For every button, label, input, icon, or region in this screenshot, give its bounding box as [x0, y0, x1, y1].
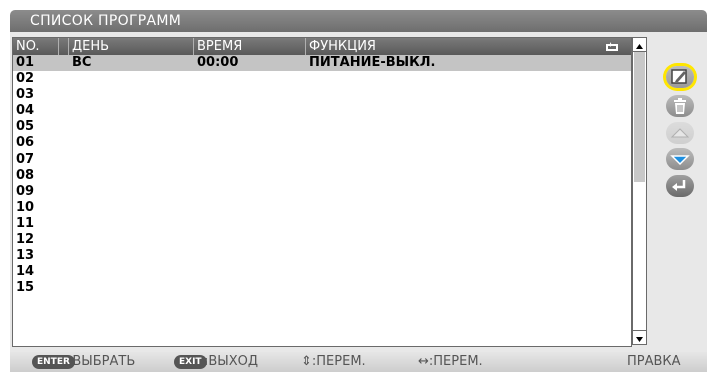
updown-hint: ⇕:ПЕРЕМ.	[301, 354, 366, 369]
program-table: NO. ДЕНЬ ВРЕМЯ ФУНКЦИЯ 01 ВС 00:00 ПИТАН…	[12, 37, 632, 347]
row-number: 07	[16, 151, 35, 167]
row-number: 10	[16, 199, 35, 215]
scroll-down-arrow-icon	[636, 337, 643, 342]
edit-hint: ПРАВКА	[627, 354, 681, 369]
table-row[interactable]: 10	[13, 200, 631, 216]
scroll-down-button[interactable]	[633, 330, 646, 344]
row-number: 02	[16, 71, 35, 87]
triangle-down-icon	[670, 155, 690, 166]
scroll-up-button[interactable]	[633, 38, 646, 52]
table-row[interactable]: 06	[13, 135, 631, 151]
row-number: 05	[16, 119, 35, 135]
row-function: ПИТАНИЕ-ВЫКЛ.	[309, 55, 436, 70]
repeat-icon	[605, 41, 619, 51]
row-number: 13	[16, 248, 35, 264]
edit-button[interactable]	[666, 66, 694, 88]
table-header: NO. ДЕНЬ ВРЕМЯ ФУНКЦИЯ	[13, 38, 631, 55]
footer-hints: ENTER :ВЫБРАТЬ EXIT :ВЫХОД ⇕:ПЕРЕМ. ↔:ПЕ…	[10, 352, 707, 372]
column-divider	[305, 38, 306, 55]
table-row[interactable]: 08	[13, 168, 631, 184]
edit-icon	[671, 69, 687, 84]
enter-hint: :ВЫБРАТЬ	[68, 354, 136, 369]
row-time: 00:00	[197, 55, 239, 70]
table-scrollbar[interactable]	[632, 37, 647, 345]
delete-button[interactable]	[666, 95, 694, 117]
leftright-hint: ↔:ПЕРЕМ.	[418, 354, 483, 369]
row-number: 04	[16, 103, 35, 119]
table-row[interactable]: 02	[13, 71, 631, 87]
row-number: 12	[16, 232, 35, 248]
table-row[interactable]: 15	[13, 280, 631, 296]
row-day: ВС	[72, 55, 92, 70]
move-up-button[interactable]	[666, 122, 694, 144]
title-bar: СПИСОК ПРОГРАММ	[10, 10, 707, 32]
triangle-up-icon	[670, 128, 690, 138]
table-row[interactable]: 01 ВС 00:00 ПИТАНИЕ-ВЫКЛ.	[13, 55, 631, 72]
move-down-button[interactable]	[666, 148, 694, 170]
exit-key-badge: EXIT	[174, 355, 207, 369]
row-number: 11	[16, 215, 35, 231]
trash-icon	[674, 98, 686, 114]
table-row[interactable]: 12	[13, 232, 631, 248]
table-body: 01 ВС 00:00 ПИТАНИЕ-ВЫКЛ. 02 03 04 05 06…	[13, 55, 631, 296]
column-header-function: ФУНКЦИЯ	[309, 39, 376, 54]
column-divider	[68, 38, 69, 55]
column-header-day: ДЕНЬ	[72, 39, 110, 54]
column-header-time: ВРЕМЯ	[197, 39, 243, 54]
table-row[interactable]: 07	[13, 152, 631, 168]
table-row[interactable]: 03	[13, 87, 631, 103]
row-number: 09	[16, 183, 35, 199]
table-row[interactable]: 13	[13, 248, 631, 264]
column-divider	[58, 38, 59, 55]
column-divider	[193, 38, 194, 55]
table-row[interactable]: 09	[13, 184, 631, 200]
row-number: 14	[16, 264, 35, 280]
row-number: 03	[16, 87, 35, 103]
window-title: СПИСОК ПРОГРАММ	[30, 13, 182, 29]
row-number: 08	[16, 167, 35, 183]
table-row[interactable]: 11	[13, 216, 631, 232]
exit-hint: :ВЫХОД	[204, 354, 259, 369]
table-row[interactable]: 04	[13, 103, 631, 119]
main-panel: NO. ДЕНЬ ВРЕМЯ ФУНКЦИЯ 01 ВС 00:00 ПИТАН…	[10, 32, 707, 352]
column-header-no: NO.	[16, 39, 40, 54]
table-row[interactable]: 14	[13, 264, 631, 280]
program-list-window: СПИСОК ПРОГРАММ NO. ДЕНЬ ВРЕМЯ ФУНКЦИЯ 0…	[0, 10, 707, 372]
return-button[interactable]	[666, 175, 694, 197]
row-number: 15	[16, 280, 35, 296]
row-number: 01	[16, 55, 35, 70]
table-row[interactable]: 05	[13, 119, 631, 135]
scroll-thumb[interactable]	[634, 52, 645, 182]
row-number: 06	[16, 135, 35, 151]
return-icon	[672, 180, 686, 191]
